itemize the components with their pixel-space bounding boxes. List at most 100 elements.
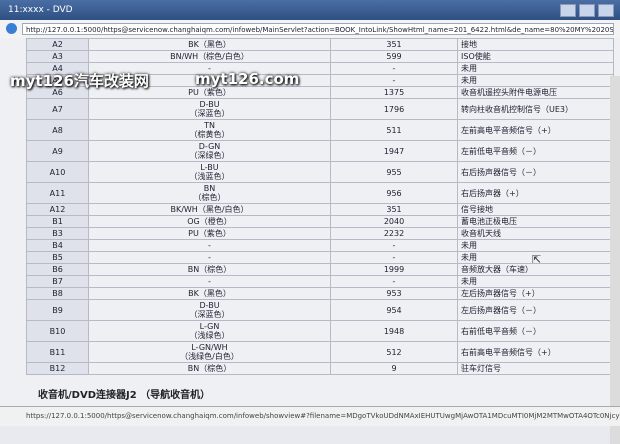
pin-cell: B4: [26, 239, 89, 252]
watermark-right: myt126.com: [195, 70, 300, 88]
circuit-number-cell: 351: [330, 38, 458, 51]
wire-color-cell: -: [88, 275, 331, 288]
function-cell: 右后扬声器信号（－）: [457, 161, 614, 183]
wire-color-cell: D-GN （深绿色）: [88, 140, 331, 162]
table-row: B7- - 未用: [26, 275, 614, 288]
circuit-number-cell: -: [330, 251, 458, 264]
function-cell: 收音机天线: [457, 227, 614, 240]
pin-cell: A9: [26, 140, 89, 162]
table-row: A10 L-BU （浅蓝色） 955 右后扬声器信号（－）: [26, 161, 614, 183]
wire-color-cell: BN（棕色）: [88, 362, 331, 375]
pin-cell: B10: [26, 320, 89, 342]
circuit-number-cell: 955: [330, 161, 458, 183]
circuit-number-cell: -: [330, 74, 458, 87]
pin-cell: A3: [26, 50, 89, 63]
pin-cell: B12: [26, 362, 89, 375]
wire-color-cell: BN（棕色）: [88, 263, 331, 276]
pin-cell: B7: [26, 275, 89, 288]
pin-cell: A12: [26, 203, 89, 216]
table-row: A2 BK（黑色） 351 接地: [26, 38, 614, 51]
maximize-button[interactable]: [579, 4, 595, 17]
wire-color-cell: D-BU （深蓝色）: [88, 98, 331, 120]
circuit-number-cell: 2040: [330, 215, 458, 228]
function-cell: 左前低电平音频（－）: [457, 140, 614, 162]
wire-color-cell: -: [88, 251, 331, 264]
wire-color-cell: BN（棕色）: [88, 182, 331, 204]
circuit-number-cell: 1948: [330, 320, 458, 342]
watermark-left: myt126汽车改装网: [10, 72, 149, 90]
pin-cell: B8: [26, 287, 89, 300]
function-cell: 转向柱收音机控制信号（UE3）: [457, 98, 614, 120]
table-row: A3 BN/WH（棕色/白色） 599 ISO使能: [26, 50, 614, 63]
table-row: B11 L-GN/WH （浅绿色/白色） 512 右前高电平音频信号（+）: [26, 341, 614, 363]
wire-color-cell: PU（紫色）: [88, 227, 331, 240]
circuit-number-cell: 953: [330, 287, 458, 300]
pin-cell: B11: [26, 341, 89, 363]
function-cell: 未用: [457, 62, 614, 75]
circuit-number-cell: 1999: [330, 263, 458, 276]
function-cell: 右前高电平音频信号（+）: [457, 341, 614, 363]
function-cell: 未用: [457, 74, 614, 87]
vertical-scrollbar[interactable]: [610, 76, 620, 444]
table-row: A12 BK/WH（黑色/白色） 351 信号接地: [26, 203, 614, 216]
table-row: B8 BK（黑色） 953 左后扬声器信号（+）: [26, 287, 614, 300]
function-cell: 左前高电平音频信号（+）: [457, 119, 614, 141]
page-content: A2 BK（黑色） 351 接地 A3 BN/WH（棕色/白色） 599 ISO使能 A4- - 未…: [0, 38, 620, 444]
circuit-number-cell: 1796: [330, 98, 458, 120]
circuit-number-cell: -: [330, 239, 458, 252]
table-row: A8 TN （棕黄色） 511 左前高电平音频信号（+）: [26, 119, 614, 141]
circuit-number-cell: 956: [330, 182, 458, 204]
table-row: B12 BN（棕色） 9 驻车灯信号: [26, 362, 614, 375]
circuit-number-cell: 1947: [330, 140, 458, 162]
circuit-number-cell: 511: [330, 119, 458, 141]
function-cell: ISO使能: [457, 50, 614, 63]
wire-color-cell: D-BU （深蓝色）: [88, 299, 331, 321]
wire-color-cell: BK（黑色）: [88, 287, 331, 300]
function-cell: 驻车灯信号: [457, 362, 614, 375]
circuit-number-cell: 599: [330, 50, 458, 63]
function-cell: 蓄电池正极电压: [457, 215, 614, 228]
wire-color-cell: L-GN （浅绿色）: [88, 320, 331, 342]
pin-cell: B5: [26, 251, 89, 264]
circuit-number-cell: 9: [330, 362, 458, 375]
table-row: A11 BN （棕色） 956 右后扬声器（+）: [26, 182, 614, 204]
pin-cell: B9: [26, 299, 89, 321]
circuit-number-cell: 1375: [330, 86, 458, 99]
browser-icon: [6, 23, 17, 34]
pin-cell: B3: [26, 227, 89, 240]
function-cell: 右后扬声器（+）: [457, 182, 614, 204]
close-button[interactable]: [598, 4, 614, 17]
pin-cell: A2: [26, 38, 89, 51]
wire-color-cell: BK（黑色）: [88, 38, 331, 51]
pin-cell: A8: [26, 119, 89, 141]
table-row: A7 D-BU （深蓝色） 1796 转向柱收音机控制信号（UE3）: [26, 98, 614, 120]
function-cell: 接地: [457, 38, 614, 51]
url-field[interactable]: http://127.0.0.1:5000/https@servicenow.c…: [22, 23, 614, 35]
minimize-button[interactable]: [560, 4, 576, 17]
circuit-number-cell: 351: [330, 203, 458, 216]
circuit-number-cell: 512: [330, 341, 458, 363]
wire-color-cell: L-BU （浅蓝色）: [88, 161, 331, 183]
function-cell: 收音机遥控头附件电源电压: [457, 86, 614, 99]
table-row: B3 PU（紫色） 2232 收音机天线: [26, 227, 614, 240]
status-text: https://127.0.0.1:5000/https@servicenow.…: [26, 412, 620, 420]
pin-cell: A7: [26, 98, 89, 120]
wire-color-cell: OG（橙色）: [88, 215, 331, 228]
function-cell: 信号接地: [457, 203, 614, 216]
wire-color-cell: BN/WH（棕色/白色）: [88, 50, 331, 63]
circuit-number-cell: 954: [330, 299, 458, 321]
pin-cell: A10: [26, 161, 89, 183]
section-title: 收音机/DVD连接器J2 （导航收音机）: [38, 390, 211, 401]
status-bar: https://127.0.0.1:5000/https@servicenow.…: [0, 406, 620, 426]
table-row: B10 L-GN （浅绿色） 1948 右前低电平音频（－）: [26, 320, 614, 342]
address-bar: http://127.0.0.1:5000/https@servicenow.c…: [0, 20, 620, 39]
table-row: B9 D-BU （深蓝色） 954 左后扬声器信号（－）: [26, 299, 614, 321]
function-cell: 未用: [457, 239, 614, 252]
function-cell: 左后扬声器信号（+）: [457, 287, 614, 300]
table-row: B4- - 未用: [26, 239, 614, 252]
window-titlebar: 11:xxxx - DVD: [0, 0, 620, 20]
wire-color-cell: -: [88, 239, 331, 252]
function-cell: 左后扬声器信号（－）: [457, 299, 614, 321]
circuit-number-cell: 2232: [330, 227, 458, 240]
wire-color-cell: TN （棕黄色）: [88, 119, 331, 141]
